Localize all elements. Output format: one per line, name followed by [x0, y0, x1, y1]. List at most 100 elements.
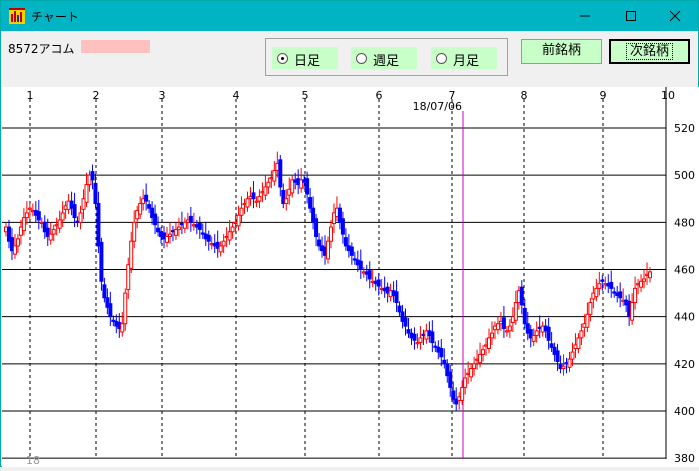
- maximize-button[interactable]: [608, 1, 654, 31]
- candle-body-down: [156, 227, 161, 233]
- candle-body-down: [278, 159, 283, 188]
- radio-daily[interactable]: 日足: [272, 47, 338, 69]
- y-tick-label: 480: [674, 216, 695, 229]
- x-tick-label: 3: [159, 89, 166, 102]
- title-bar[interactable]: チャート: [1, 1, 698, 31]
- candle-body-up: [588, 302, 593, 315]
- candle-body-up: [478, 353, 483, 364]
- stock-name-highlight: [81, 40, 150, 53]
- candle-body-up: [570, 351, 575, 360]
- candle-body-down: [153, 213, 158, 226]
- candle-body-up: [245, 198, 250, 208]
- candle-body-down: [36, 211, 41, 221]
- candle-body-up: [24, 212, 29, 219]
- minimize-button[interactable]: [562, 1, 608, 31]
- candle-body-down: [197, 223, 202, 230]
- radio-monthly[interactable]: 月足: [431, 47, 497, 69]
- candle-body-up: [630, 302, 635, 321]
- y-tick-label: 380: [674, 452, 695, 465]
- prev-stock-button[interactable]: 前銘柄: [521, 39, 602, 64]
- candle-body-up: [642, 278, 647, 282]
- candle-body-down: [442, 359, 447, 365]
- x-tick-label: 6: [376, 89, 383, 102]
- radio-daily-label: 日足: [294, 54, 321, 69]
- candle-body-down: [367, 270, 372, 280]
- x-tick-label: 5: [302, 89, 309, 102]
- next-stock-label: 次銘柄: [625, 43, 673, 60]
- candle-body-down: [90, 171, 95, 181]
- candlestick-chart: 3804004204404604805005201 2 3 4 5 6 7 8 9 1018/07…: [2, 87, 695, 467]
- candle-body-down: [305, 178, 310, 195]
- candle-body-down: [618, 291, 623, 299]
- candle-body-up: [12, 245, 17, 255]
- y-tick-label: 520: [674, 122, 695, 135]
- candle-body-up: [567, 358, 572, 368]
- candle-body-up: [51, 228, 56, 235]
- candle-body-down: [99, 241, 104, 282]
- candle-body-up: [284, 198, 289, 204]
- candle-body-down: [448, 371, 453, 388]
- candle-body-up: [487, 337, 491, 350]
- window-title: チャート: [31, 10, 79, 24]
- candle-body-up: [633, 287, 638, 304]
- candle-body-down: [430, 331, 435, 344]
- candle-body-down: [501, 317, 506, 329]
- candle-body-down: [519, 286, 524, 306]
- candle-body-up: [531, 335, 536, 342]
- candle-body-up: [120, 323, 125, 333]
- candle-body-up: [138, 202, 143, 215]
- price-chart[interactable]: 380 400 420 440 460 480 500 520 1 2 3 4 5 6 7 8 9 10 18/07…: [2, 87, 699, 467]
- close-icon: [669, 10, 681, 22]
- close-button[interactable]: [652, 1, 698, 31]
- candle-body-up: [123, 292, 128, 325]
- candle-body-up: [472, 363, 477, 370]
- candle-body-down: [308, 197, 313, 209]
- candle-body-down: [549, 343, 554, 348]
- y-tick-label: 420: [674, 358, 695, 371]
- x-tick-label: 1: [27, 89, 34, 102]
- candle-body-up: [579, 330, 584, 339]
- candle-body-down: [96, 202, 101, 247]
- y-tick-label: 440: [674, 311, 695, 324]
- maximize-icon: [626, 11, 636, 21]
- candle-body-down: [147, 204, 152, 209]
- radio-weekly-label: 週足: [373, 54, 400, 69]
- candle-body-down: [340, 218, 345, 235]
- stock-label: 8572アコム: [8, 42, 75, 56]
- candle-body-down: [439, 348, 444, 358]
- candle-body-down: [609, 281, 614, 289]
- next-stock-button[interactable]: 次銘柄: [609, 39, 690, 64]
- candle-body-up: [84, 184, 89, 203]
- candle-body-up: [15, 238, 20, 247]
- candle-body-down: [403, 317, 408, 327]
- candle-body-down: [72, 204, 77, 219]
- candle-body-up: [597, 283, 602, 289]
- radio-daily-dot: [277, 53, 288, 64]
- candle-body-up: [469, 368, 474, 378]
- candle-body-up: [585, 313, 590, 328]
- candle-body-up: [218, 245, 223, 253]
- candle-body-down: [555, 350, 560, 362]
- candle-body-down: [108, 303, 113, 318]
- x-tick-label: 10: [661, 89, 675, 102]
- candle-body-up: [176, 226, 181, 230]
- radio-monthly-dot: [436, 53, 447, 64]
- candle-body-up: [239, 207, 244, 216]
- radio-weekly[interactable]: 週足: [351, 47, 417, 69]
- candle-body-up: [167, 233, 172, 237]
- candle-body-up: [27, 207, 32, 210]
- candle-body-up: [227, 231, 232, 241]
- candle-body-down: [394, 291, 399, 304]
- candle-body-down: [397, 305, 402, 313]
- toolbar: 8572アコム 日足 週足 月足 前銘柄 次銘柄: [1, 31, 698, 87]
- candle-body-down: [600, 279, 605, 282]
- candle-body-up: [272, 169, 277, 182]
- candle-body-up: [182, 221, 187, 229]
- candle-body-up: [132, 221, 137, 242]
- y-tick-label: 400: [674, 405, 695, 418]
- candle-body-down: [251, 192, 256, 200]
- app-chart-icon: [9, 8, 25, 24]
- year-label: 18: [26, 454, 40, 467]
- candle-body-up: [648, 271, 652, 279]
- candle-body-up: [78, 212, 83, 223]
